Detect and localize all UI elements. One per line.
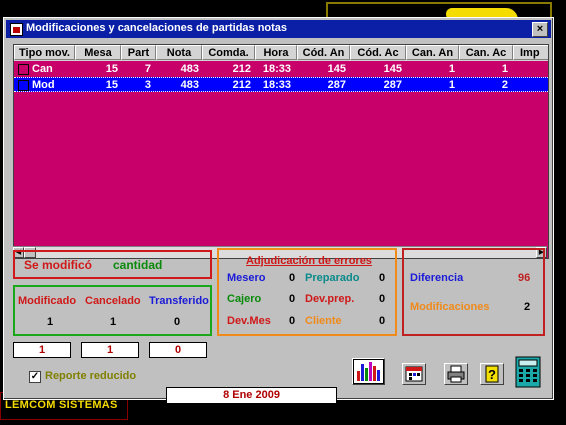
cell-can-ac: 1 xyxy=(501,63,508,75)
change-status-panel: Se modificó cantidad xyxy=(13,250,212,279)
total-modificado-box: 1 xyxy=(13,342,71,358)
total-transferido-box: 0 xyxy=(149,342,207,358)
table-row-selected[interactable]: Mod 15 3 483 212 18:33 287 287 1 2 xyxy=(14,77,548,92)
cancelado-label: Cancelado xyxy=(85,295,141,307)
diferencia-label: Diferencia xyxy=(410,272,464,284)
preparado-value: 0 xyxy=(379,272,386,284)
errors-title: Adjudicación de errores xyxy=(246,255,372,267)
column-header[interactable]: Can. An xyxy=(406,45,459,60)
status-prefix: Se modificó xyxy=(24,258,93,272)
cell-cod-an: 287 xyxy=(327,79,346,91)
column-header[interactable]: Cód. An xyxy=(297,45,350,60)
counts-panel: Modificado Cancelado Transferido 1 1 0 xyxy=(13,285,212,336)
cell-tipo: Can xyxy=(32,63,53,75)
calendar-button[interactable] xyxy=(402,363,426,385)
cell-nota: 483 xyxy=(180,63,199,75)
cell-mesa: 15 xyxy=(105,79,118,91)
status-value: cantidad xyxy=(113,258,163,272)
mesero-label: Mesero xyxy=(227,272,266,284)
close-button[interactable]: × xyxy=(532,22,548,37)
cell-comda: 212 xyxy=(232,63,251,75)
svg-text:?: ? xyxy=(488,367,496,382)
row-checkbox[interactable] xyxy=(18,64,29,75)
reporte-reducido-checkbox[interactable]: ✓ xyxy=(29,371,41,383)
column-header[interactable]: Nota xyxy=(156,45,202,60)
title-bar[interactable]: Modificaciones y cancelaciones de partid… xyxy=(6,20,551,38)
column-header[interactable]: Comda. xyxy=(202,45,255,60)
table-row[interactable]: Can 15 7 483 212 18:33 145 145 1 1 xyxy=(14,62,548,77)
cliente-value: 0 xyxy=(379,315,386,327)
company-name: LEMCOM SISTEMAS xyxy=(5,399,118,411)
cell-tipo: Mod xyxy=(32,79,55,91)
window-title: Modificaciones y cancelaciones de partid… xyxy=(26,22,288,34)
devmes-value: 0 xyxy=(289,315,296,327)
column-header[interactable]: Imp xyxy=(513,45,548,60)
total-cancelado-box: 1 xyxy=(81,342,139,358)
help-icon: ? xyxy=(485,365,499,383)
preparado-label: Preparado xyxy=(305,272,360,284)
modificaciones-value: 2 xyxy=(524,301,531,313)
app-icon xyxy=(10,23,23,36)
devmes-label: Dev.Mes xyxy=(227,315,271,327)
diferencia-value: 96 xyxy=(518,272,531,284)
cell-hora: 18:33 xyxy=(262,63,291,75)
chart-button[interactable] xyxy=(352,358,385,385)
date-field[interactable]: 8 Ene 2009 xyxy=(166,387,337,404)
dialog-window: Modificaciones y cancelaciones de partid… xyxy=(3,17,554,404)
movements-grid[interactable]: Tipo mov. Mesa Part Nota Comda. Hora Cód… xyxy=(13,44,549,259)
modificado-label: Modificado xyxy=(18,295,77,307)
transferido-label: Transferido xyxy=(149,295,209,307)
modificaciones-label: Modificaciones xyxy=(410,301,490,313)
modificado-count: 1 xyxy=(47,316,54,328)
cliente-label: Cliente xyxy=(305,315,342,327)
column-header[interactable]: Can. Ac xyxy=(459,45,513,60)
print-button[interactable] xyxy=(444,363,468,385)
cajero-label: Cajero xyxy=(227,293,262,305)
calendar-icon xyxy=(405,366,423,382)
cell-mesa: 15 xyxy=(105,63,118,75)
cell-can-ac: 2 xyxy=(501,79,508,91)
mesero-value: 0 xyxy=(289,272,296,284)
cell-part: 3 xyxy=(144,79,151,91)
calculator-icon xyxy=(515,356,541,388)
error-assignment-panel: Adjudicación de errores Mesero 0 Prepara… xyxy=(217,248,397,336)
calculator-button[interactable] xyxy=(514,356,542,388)
cell-nota: 483 xyxy=(180,79,199,91)
bar-chart-icon xyxy=(353,359,384,384)
column-header[interactable]: Mesa xyxy=(75,45,121,60)
transferido-count: 0 xyxy=(174,316,181,328)
devprep-value: 0 xyxy=(379,293,386,305)
grid-header: Tipo mov. Mesa Part Nota Comda. Hora Cód… xyxy=(14,45,548,61)
cell-can-an: 1 xyxy=(448,79,455,91)
row-checkbox[interactable] xyxy=(18,80,29,91)
difference-panel: Diferencia 96 Modificaciones 2 xyxy=(402,248,545,336)
cell-cod-ac: 287 xyxy=(383,79,402,91)
reporte-reducido-label[interactable]: Reporte reducido xyxy=(45,370,136,382)
devprep-label: Dev.prep. xyxy=(305,293,355,305)
cell-hora: 18:33 xyxy=(262,79,291,91)
cell-can-an: 1 xyxy=(448,63,455,75)
cell-part: 7 xyxy=(144,63,151,75)
cell-cod-ac: 145 xyxy=(383,63,402,75)
column-header[interactable]: Cód. Ac xyxy=(350,45,406,60)
printer-icon xyxy=(447,365,465,383)
cajero-value: 0 xyxy=(289,293,296,305)
column-header[interactable]: Part xyxy=(121,45,156,60)
column-header[interactable]: Tipo mov. xyxy=(14,45,75,60)
cell-cod-an: 145 xyxy=(327,63,346,75)
help-button[interactable]: ? xyxy=(480,363,504,385)
cancelado-count: 1 xyxy=(110,316,117,328)
column-header[interactable]: Hora xyxy=(255,45,297,60)
cell-comda: 212 xyxy=(232,79,251,91)
